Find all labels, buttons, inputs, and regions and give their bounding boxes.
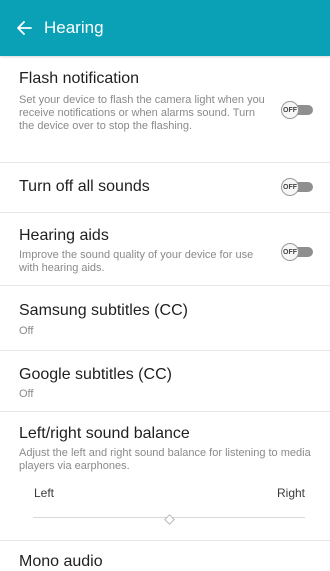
toggle-knob: OFF [281, 101, 299, 119]
hearing-aids-title: Hearing aids [19, 227, 109, 244]
sound-balance-title: Left/right sound balance [19, 425, 190, 442]
turn-off-sounds-toggle[interactable]: OFF [281, 178, 315, 196]
hearing-aids-description: Improve the sound quality of your device… [19, 249, 254, 274]
hearing-aids-toggle[interactable]: OFF [281, 243, 315, 261]
turn-off-sounds-row[interactable]: Turn off all sounds OFF [0, 162, 330, 213]
arrow-left-icon[interactable] [14, 18, 34, 38]
flash-notification-title: Flash notification [19, 70, 140, 87]
mono-audio-title[interactable]: Mono audio [19, 553, 103, 571]
hearing-aids-row[interactable]: Hearing aids Improve the sound quality o… [0, 212, 330, 286]
sound-balance-description: Adjust the left and right sound balance … [19, 447, 311, 472]
toggle-knob: OFF [281, 178, 299, 196]
balance-slider-thumb[interactable] [163, 512, 175, 525]
balance-right-label: Right [276, 486, 305, 500]
google-subtitles-value: Off [19, 388, 34, 400]
turn-off-sounds-title: Turn off all sounds [19, 178, 150, 195]
flash-notification-description: Set your device to flash the camera ligh… [19, 94, 265, 132]
samsung-subtitles-title: Samsung subtitles (CC) [19, 302, 188, 319]
flash-notification-row[interactable]: Flash notification Set your device to fl… [0, 56, 330, 163]
page-title: Hearing [44, 18, 104, 37]
flash-notification-toggle[interactable]: OFF [281, 101, 315, 119]
samsung-subtitles-row[interactable]: Samsung subtitles (CC) Off [0, 285, 330, 351]
google-subtitles-row[interactable]: Google subtitles (CC) Off [0, 350, 330, 412]
balance-left-label: Left [34, 486, 55, 500]
google-subtitles-title: Google subtitles (CC) [19, 366, 172, 383]
app-bar: Hearing [0, 0, 330, 56]
samsung-subtitles-value: Off [19, 325, 34, 337]
toggle-knob: OFF [281, 243, 299, 261]
